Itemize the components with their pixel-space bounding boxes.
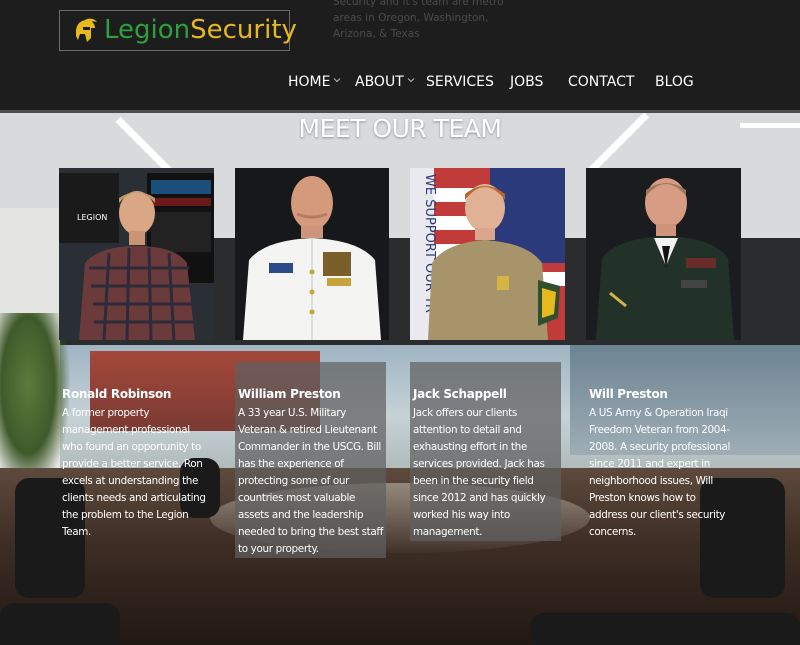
nav-label-contact: CONTACT [568,74,635,90]
nav-item-services[interactable]: SERVICES [426,74,494,90]
team-card-jack: Jack Schappell Jack offers our clients a… [410,362,561,541]
nav-item-home[interactable]: HOME [288,74,341,90]
team-member-name: William Preston [238,387,341,401]
screen-logo-text: LEGION [77,213,107,222]
team-member-bio: A former property management professiona… [62,407,206,538]
brand-name-part1: Legion [104,15,191,45]
site-logo[interactable]: LegionSecurity [59,10,297,51]
team-card-ronald: Ronald Robinson A former property manage… [59,362,210,541]
team-member-bio: A 33 year U.S. Military Veteran & retire… [238,407,384,555]
spartan-helmet-icon [76,18,97,42]
nav-item-jobs[interactable]: JOBS [510,74,543,90]
team-card-will: Will Preston A US Army & Operation Iraqi… [586,362,737,541]
site-header: LegionSecurity Security and it's team ar… [0,0,800,113]
team-member-name: Jack Schappell [413,387,507,401]
team-member-name: Will Preston [589,387,668,401]
page-title: MEET OUR TEAM [298,114,502,143]
team-photo-will [586,168,741,340]
nav-item-blog[interactable]: BLOG [655,74,694,90]
team-member-bio: Jack offers our clients attention to det… [413,407,546,538]
team-photo-ronald: LEGION [59,168,214,340]
team-photo-jack: WE SUPPORT OUR TR [410,168,565,340]
nav-label-services: SERVICES [426,74,494,90]
nav-label-about: ABOUT [355,74,404,90]
chair [530,613,800,645]
brand-name-part2: Security [190,15,297,45]
nav-item-contact[interactable]: CONTACT [568,74,634,90]
nav-label-blog: BLOG [655,74,694,90]
nav-label-jobs: JOBS [510,74,544,90]
team-member-name: Ronald Robinson [62,387,172,401]
chevron-down-icon [334,78,341,83]
team-photo-william [235,168,389,340]
nav-item-about[interactable]: ABOUT [355,74,415,90]
team-member-bio: A US Army & Operation Iraqi Freedom Vete… [589,407,731,538]
header-tagline: Security and it's team are metro areas i… [333,0,504,40]
team-card-william: William Preston A 33 year U.S. Military … [235,362,386,558]
chair [0,603,120,645]
brand-name: LegionSecurity [104,15,297,45]
chevron-down-icon [407,78,415,83]
nav-label-home: HOME [288,74,331,90]
